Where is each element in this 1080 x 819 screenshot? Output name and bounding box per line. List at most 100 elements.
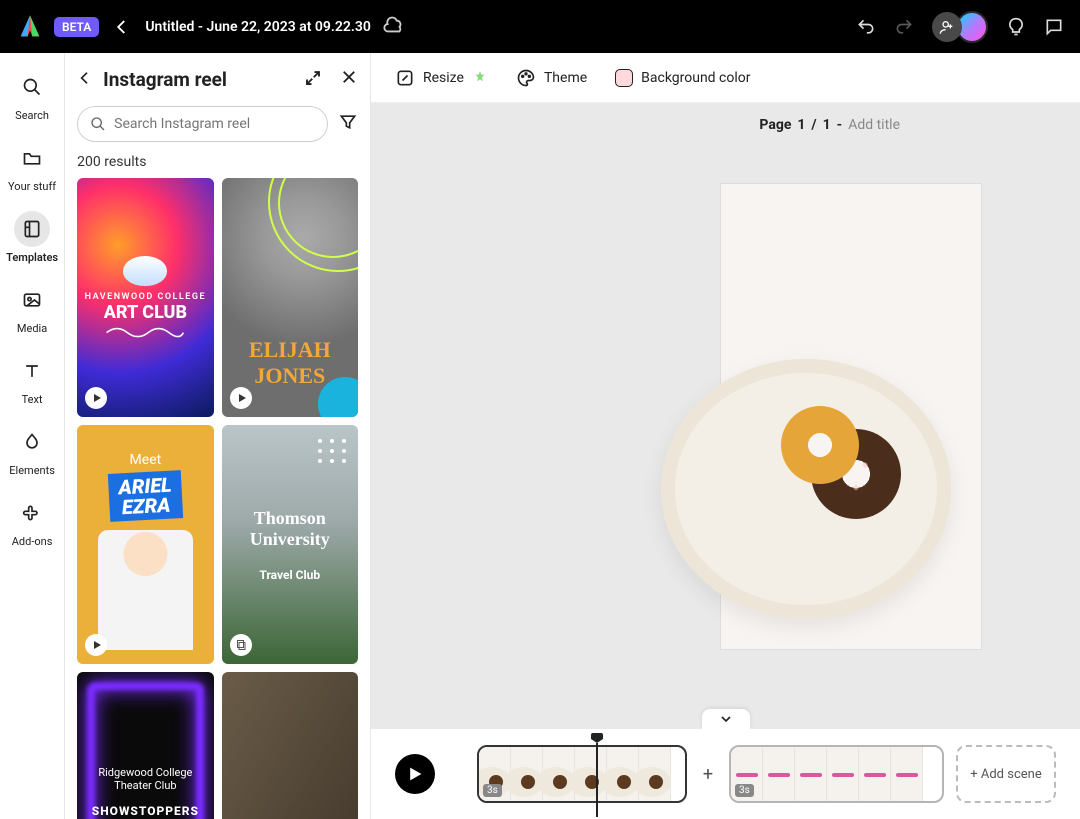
template-card[interactable]: Meet ARIEL EZRA	[77, 425, 213, 664]
page-dash: -	[837, 117, 843, 133]
nav-text[interactable]: Text	[2, 353, 62, 406]
addons-icon	[22, 503, 42, 523]
help-icon[interactable]	[1006, 17, 1026, 37]
resize-icon	[395, 68, 415, 88]
template-text: University	[250, 529, 330, 550]
templates-grid[interactable]: HAVENWOOD COLLEGE ART CLUB ELIJAH JONES …	[77, 178, 358, 819]
multi-page-icon	[230, 634, 252, 656]
header-actions	[856, 11, 1064, 43]
template-card[interactable]: Ridgewood College Theater Club SHOWSTOPP…	[77, 672, 213, 819]
play-icon	[230, 387, 252, 409]
media-icon	[22, 290, 42, 310]
color-swatch	[615, 69, 633, 87]
left-nav: Search Your stuff Templates Media Text E…	[0, 53, 65, 819]
play-icon	[85, 387, 107, 409]
play-icon	[407, 766, 423, 782]
canvas-image-plate	[661, 359, 951, 619]
template-text: Theater Club	[114, 779, 176, 792]
scene-duration: 3s	[735, 784, 754, 797]
app-logo-icon	[16, 13, 44, 41]
add-scene-label: + Add scene	[970, 767, 1041, 782]
nav-templates[interactable]: Templates	[2, 211, 62, 264]
page-prefix: Page	[759, 117, 791, 133]
page-current: 1	[797, 117, 805, 133]
play-icon	[85, 634, 107, 656]
nav-elements[interactable]: Elements	[2, 424, 62, 477]
nav-label: Your stuff	[8, 180, 56, 193]
template-text: Thomson	[254, 508, 326, 529]
chevron-down-icon	[718, 711, 734, 727]
search-input[interactable]	[114, 116, 315, 132]
redo-button[interactable]	[894, 17, 914, 37]
template-text: JONES	[254, 363, 325, 389]
tool-label: Theme	[544, 70, 587, 86]
nav-media[interactable]: Media	[2, 282, 62, 335]
panel-close-button[interactable]	[340, 67, 358, 92]
nav-addons[interactable]: Add-ons	[2, 495, 62, 548]
add-scene-button[interactable]: + Add scene	[956, 745, 1056, 803]
palette-icon	[516, 68, 536, 88]
background-color-button[interactable]: Background color	[615, 69, 750, 87]
panel-title: Instagram reel	[103, 68, 294, 91]
nav-your-stuff[interactable]: Your stuff	[2, 140, 62, 193]
nav-label: Media	[17, 322, 47, 335]
play-button[interactable]	[395, 754, 435, 794]
timeline: 3s + 3s + Add scene	[371, 729, 1080, 819]
invite-user-icon[interactable]	[932, 12, 962, 42]
template-text: EZRA	[119, 494, 173, 517]
timeline-scene[interactable]: 3s	[729, 745, 944, 803]
timeline-collapse-button[interactable]	[702, 709, 750, 729]
template-text: Meet	[130, 452, 162, 468]
folder-icon	[22, 148, 42, 168]
template-card[interactable]: ELIJAH JONES	[222, 178, 358, 417]
canvas-page[interactable]	[721, 184, 981, 649]
add-between-button[interactable]: +	[699, 764, 717, 785]
template-card[interactable]	[222, 672, 358, 819]
timeline-scene[interactable]: 3s	[477, 745, 687, 803]
template-card[interactable]: Thomson University Travel Club	[222, 425, 358, 664]
nav-label: Templates	[6, 251, 58, 264]
templates-icon	[22, 219, 42, 239]
page-label: Page 1 / 1 - Add title	[759, 117, 900, 133]
template-text: SHOWSTOPPERS	[92, 804, 199, 818]
template-search[interactable]	[77, 106, 328, 142]
template-text: ART CLUB	[104, 302, 187, 323]
panel-expand-button[interactable]	[304, 69, 322, 91]
panel-back-button[interactable]	[77, 70, 93, 90]
scene-duration: 3s	[483, 784, 502, 797]
canvas-area: Resize Theme Background color Page 1 / 1…	[371, 53, 1080, 819]
elements-icon	[22, 432, 42, 452]
undo-button[interactable]	[856, 17, 876, 37]
nav-label: Text	[22, 393, 43, 406]
nav-search[interactable]: Search	[2, 69, 62, 122]
template-text: Ridgewood College	[98, 766, 192, 779]
template-card[interactable]: HAVENWOOD COLLEGE ART CLUB	[77, 178, 213, 417]
back-button[interactable]	[113, 18, 131, 36]
text-icon	[22, 361, 42, 381]
share-users[interactable]	[932, 11, 988, 43]
comment-icon[interactable]	[1044, 17, 1064, 37]
nav-label: Elements	[9, 464, 55, 477]
theme-button[interactable]: Theme	[516, 68, 587, 88]
search-icon	[22, 77, 42, 97]
nav-label: Add-ons	[12, 535, 53, 548]
top-header: BETA Untitled - June 22, 2023 at 09.22.3…	[0, 0, 1080, 53]
nav-label: Search	[15, 109, 49, 122]
resize-button[interactable]: Resize	[395, 68, 488, 88]
canvas-stage[interactable]: Page 1 / 1 - Add title	[371, 103, 1080, 729]
template-text: Travel Club	[259, 568, 320, 582]
page-sep: /	[811, 117, 816, 133]
document-title[interactable]: Untitled - June 22, 2023 at 09.22.30	[145, 19, 371, 35]
search-icon	[90, 116, 106, 132]
templates-panel: Instagram reel 200 results HAVENWOOD COL…	[65, 53, 371, 819]
cloud-sync-icon[interactable]	[383, 14, 405, 40]
template-text: HAVENWOOD COLLEGE	[85, 292, 206, 302]
results-count: 200 results	[77, 154, 358, 170]
template-text: ELIJAH	[249, 337, 331, 363]
tool-label: Resize	[423, 70, 464, 86]
add-title-input[interactable]: Add title	[848, 117, 900, 133]
tool-label: Background color	[641, 70, 750, 86]
canvas-toolbar: Resize Theme Background color	[371, 53, 1080, 103]
filter-button[interactable]	[338, 112, 358, 136]
premium-icon	[472, 70, 488, 86]
